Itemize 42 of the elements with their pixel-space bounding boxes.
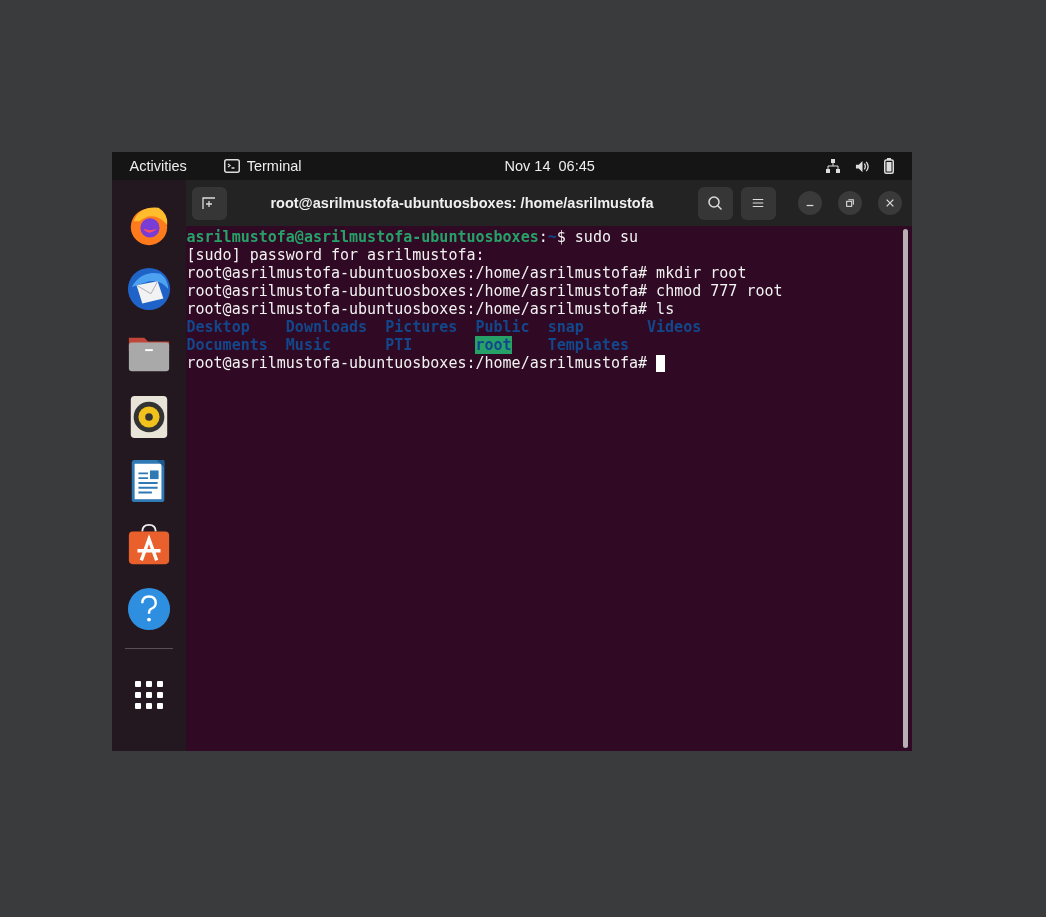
directory-name: Desktop — [186, 318, 250, 336]
app-grid-icon[interactable] — [132, 679, 165, 711]
new-tab-button[interactable] — [191, 186, 227, 220]
search-icon — [707, 195, 723, 211]
window-title: root@asrilmustofa-ubuntuosboxes: /home/asrilmustofa — [269, 195, 655, 211]
search-button[interactable] — [697, 186, 733, 220]
directory-name: root — [475, 336, 512, 354]
battery-icon[interactable] — [883, 158, 894, 174]
close-icon — [884, 198, 895, 208]
terminal-line: [sudo] password for asrilmustofa: — [186, 246, 485, 264]
terminal-icon — [223, 159, 240, 173]
prompt-user-host: asrilmustofa@asrilmustofa-ubuntuosboxes — [186, 228, 539, 246]
new-tab-icon — [201, 195, 217, 211]
network-icon[interactable] — [824, 158, 841, 174]
directory-name: Downloads — [285, 318, 368, 336]
terminal-line: root@asrilmustofa-ubuntuosboxes:/home/asrilmustofa# — [186, 354, 649, 372]
terminal-line: root@asrilmustofa-ubuntuosboxes:/home/asrilmustofa# ls — [186, 300, 675, 318]
app-menu-label[interactable]: Terminal — [246, 158, 302, 174]
prompt-separator: : — [538, 228, 548, 246]
clock[interactable]: Nov 14 06:45 — [504, 158, 595, 174]
directory-name: Public — [475, 318, 530, 336]
directory-name: Pictures — [385, 318, 458, 336]
menu-icon — [751, 196, 765, 210]
scrollbar[interactable] — [902, 229, 908, 748]
help-icon[interactable] — [125, 586, 172, 632]
directory-name: Music — [285, 336, 331, 354]
directory-name: Documents — [186, 336, 268, 354]
restore-button[interactable] — [837, 191, 862, 215]
mail-icon[interactable] — [125, 266, 172, 312]
directory-name: Templates — [547, 336, 629, 354]
terminal-line: root@asrilmustofa-ubuntuosboxes:/home/asrilmustofa# mkdir root — [186, 264, 747, 282]
directory-name: Videos — [647, 318, 702, 336]
terminal-line: root@asrilmustofa-ubuntuosboxes:/home/asrilmustofa# chmod 777 root — [186, 282, 783, 300]
restore-icon — [844, 198, 855, 208]
menu-button[interactable] — [740, 186, 776, 220]
command-text: $ sudo su — [556, 228, 639, 246]
directory-name: snap — [547, 318, 584, 336]
prompt-path: ~ — [547, 228, 557, 246]
directory-name: PTI — [385, 336, 413, 354]
activities-button[interactable]: Activities — [129, 158, 187, 174]
volume-icon[interactable] — [854, 158, 870, 174]
close-button[interactable] — [877, 191, 902, 215]
